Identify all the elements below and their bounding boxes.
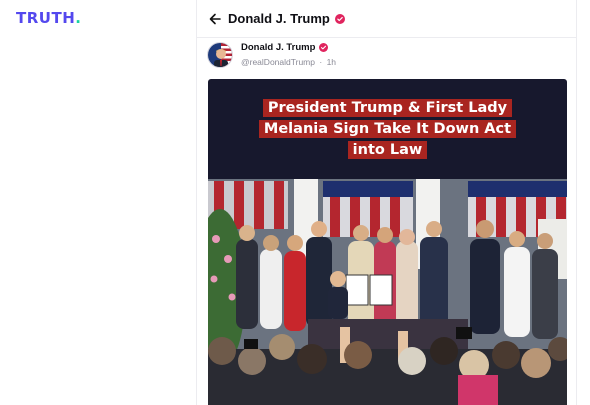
video-headline: President Trump & First Lady Melania Sig… — [208, 99, 567, 159]
right-column-divider — [576, 0, 577, 405]
meta-separator: · — [319, 57, 323, 67]
author-name-text: Donald J. Trump — [241, 42, 316, 53]
truth-social-page: TRUTH. Donald J. Trump Donald J. Trump @… — [0, 0, 590, 405]
arrow-left-icon — [209, 13, 221, 24]
author-name[interactable]: Donald J. Trump — [241, 42, 329, 53]
back-button[interactable] — [208, 12, 222, 26]
verified-badge-icon — [319, 43, 329, 52]
post-time[interactable]: 1h — [327, 57, 336, 67]
logo-dot: . — [75, 9, 82, 27]
headline-line-3: into Law — [347, 141, 428, 159]
truth-logo[interactable]: TRUTH. — [16, 9, 81, 27]
post-video-thumbnail[interactable]: President Trump & First Lady Melania Sig… — [208, 79, 567, 405]
post-card[interactable]: Donald J. Trump @realDonaldTrump · 1h Pr… — [197, 38, 576, 405]
verified-badge-icon — [334, 13, 345, 24]
profile-header: Donald J. Trump — [197, 0, 576, 38]
author-handle[interactable]: @realDonaldTrump — [241, 57, 315, 67]
author-meta: @realDonaldTrump · 1h — [241, 57, 336, 67]
headline-line-2: Melania Sign Take It Down Act — [258, 120, 517, 138]
header-title: Donald J. Trump — [228, 11, 330, 26]
logo-text: TRUTH — [16, 9, 76, 27]
ceremony-scene — [208, 179, 567, 405]
author-avatar[interactable] — [207, 42, 233, 68]
headline-line-1: President Trump & First Lady — [262, 99, 513, 117]
